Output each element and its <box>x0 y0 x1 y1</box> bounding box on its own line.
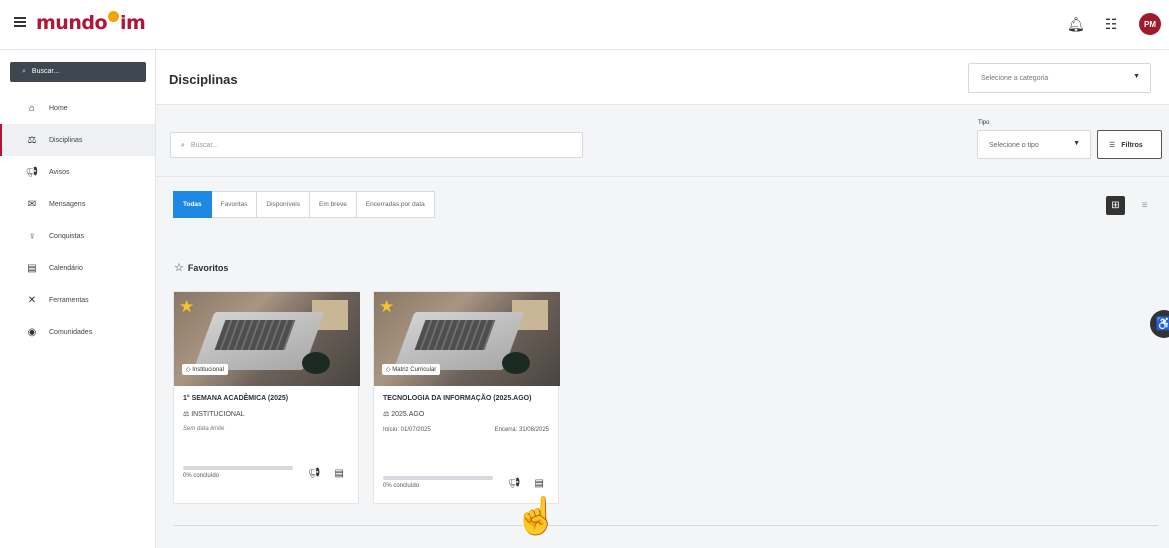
graduation-cap-icon: ⚖ <box>27 134 37 146</box>
course-category: ⚖ INSTITUCIONAL <box>183 411 245 418</box>
community-icon: ◉ <box>27 326 37 338</box>
tab-bar: Todas Favoritas Disponíveis Em breve Enc… <box>173 191 435 218</box>
medal-icon: ♀ <box>28 230 36 242</box>
course-dates: Início: 01/07/2025 Encerra: 31/08/2025 <box>383 427 549 433</box>
favorites-heading: ☆ Favoritos <box>174 262 229 274</box>
page-header: Disciplinas Selecione a categoria ▼ <box>156 50 1169 105</box>
megaphone-icon: 📢︎ <box>25 166 39 178</box>
search-icon: ⌕ <box>22 68 26 75</box>
course-image: ★ ◇ Institucional <box>174 292 360 386</box>
tab-disponiveis[interactable]: Disponíveis <box>257 191 311 218</box>
favorite-star-icon[interactable]: ★ <box>379 297 394 317</box>
divider <box>156 176 1169 177</box>
tools-icon: ✕ <box>27 294 37 306</box>
apps-grid-icon[interactable]: ☷ <box>1103 16 1119 33</box>
gradebook-icon[interactable]: ▤ <box>335 468 344 479</box>
tab-favoritas[interactable]: Favoritas <box>211 191 258 218</box>
home-icon: ⌂ <box>28 102 36 114</box>
course-category: ⚖ 2025.AGO <box>383 411 425 418</box>
course-title[interactable]: 1° SEMANA ACADÊMICA (2025) <box>183 394 349 403</box>
course-card[interactable]: ★ ◇ Matriz Curricular TECNOLOGIA DA INFO… <box>373 291 560 504</box>
tab-em-breve[interactable]: Em breve <box>310 191 357 218</box>
grid-view-icon[interactable]: ⊞ <box>1106 196 1125 215</box>
search-icon: ⌕ <box>181 142 185 149</box>
progress-bar <box>183 466 293 470</box>
sidebar-item-conquistas[interactable]: ♀ Conquistas <box>0 220 155 252</box>
sidebar-item-avisos[interactable]: 📢︎ Avisos <box>0 156 155 188</box>
sidebar-item-disciplinas[interactable]: ⚖ Disciplinas <box>0 124 155 156</box>
divider <box>173 525 1158 526</box>
tipo-select[interactable]: Selecione o tipo ▼ <box>977 130 1091 159</box>
accessibility-icon[interactable]: ♿ <box>1150 310 1169 338</box>
course-image: ★ ◇ Matriz Curricular <box>374 292 560 386</box>
progress-text: 0% concluído <box>383 483 420 489</box>
megaphone-icon[interactable]: 📢︎ <box>508 478 521 489</box>
progress-bar <box>383 476 493 480</box>
filtros-button[interactable]: ☰ Filtros <box>1097 130 1162 159</box>
tag-badge: ◇ Matriz Curricular <box>382 364 441 375</box>
sidebar-item-calendario[interactable]: ▤ Calendário <box>0 252 155 284</box>
sidebar-item-home[interactable]: ⌂ Home <box>0 92 155 124</box>
page-title: Disciplinas <box>169 72 238 87</box>
graduation-cap-icon: ⚖ <box>183 411 190 418</box>
list-view-icon[interactable]: ≡ <box>1135 196 1154 215</box>
tab-encerradas[interactable]: Encerradas por data <box>356 191 435 218</box>
sidebar-item-mensagens[interactable]: ✉ Mensagens <box>0 188 155 220</box>
favorite-star-icon[interactable]: ★ <box>179 297 194 317</box>
course-card[interactable]: ★ ◇ Institucional 1° SEMANA ACADÊMICA (2… <box>173 291 360 504</box>
progress-text: 0% concluído <box>183 473 220 479</box>
chevron-down-icon: ▼ <box>1073 140 1080 147</box>
course-deadline: Sem data limite <box>183 426 225 432</box>
pointer-hand-icon: ☝ <box>514 495 559 536</box>
menu-icon[interactable] <box>14 17 26 27</box>
search-input[interactable]: ⌕ Buscar... <box>170 132 583 158</box>
chevron-down-icon: ▼ <box>1133 73 1140 80</box>
sidebar: ⌕ Buscar... ⌂ Home ⚖ Disciplinas 📢︎ Avisos ✉… <box>0 50 156 548</box>
calendar-icon: ▤ <box>27 262 37 274</box>
bell-icon[interactable]: 🔔︎ <box>1067 16 1085 33</box>
avatar[interactable]: PM <box>1139 13 1161 35</box>
sidebar-item-ferramentas[interactable]: ✕ Ferramentas <box>0 284 155 316</box>
gradebook-icon[interactable]: ▤ <box>535 478 544 489</box>
tag-badge: ◇ Institucional <box>182 364 228 375</box>
top-bar: mundo im 🔔︎ ☷ PM <box>0 0 1169 50</box>
filter-icon: ☰ <box>1109 142 1116 149</box>
mail-icon: ✉ <box>27 198 37 210</box>
sidebar-search[interactable]: ⌕ Buscar... <box>10 62 146 82</box>
logo[interactable]: mundo im <box>36 11 146 34</box>
category-select[interactable]: Selecione a categoria ▼ <box>968 63 1151 93</box>
megaphone-icon[interactable]: 📢︎ <box>308 468 321 479</box>
sidebar-item-comunidades[interactable]: ◉ Comunidades <box>0 316 155 348</box>
tab-todas[interactable]: Todas <box>173 191 212 218</box>
graduation-cap-icon: ⚖ <box>383 411 390 418</box>
course-title[interactable]: TECNOLOGIA DA INFORMAÇÃO (2025.AGO) <box>383 394 549 403</box>
star-outline-icon: ☆ <box>174 262 184 274</box>
tipo-label: Tipo <box>978 120 990 126</box>
